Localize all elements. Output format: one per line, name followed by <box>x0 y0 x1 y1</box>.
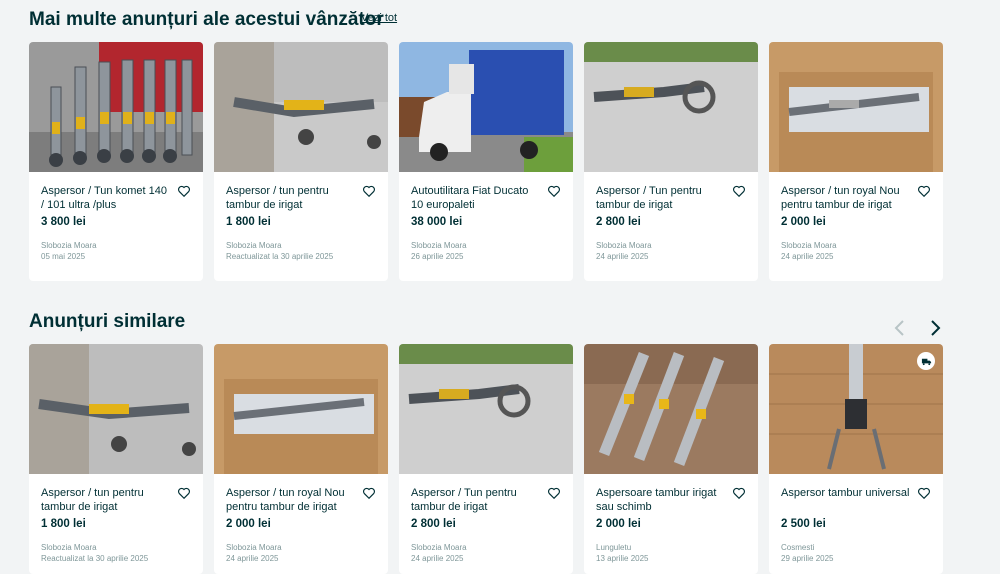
listing-location: Cosmesti <box>781 543 815 552</box>
listing-date: 24 aprilie 2025 <box>226 554 279 563</box>
listing-image-sprinkler-ground <box>399 344 573 474</box>
listing-card[interactable]: Aspersor / tun pentru tambur de irigat 1… <box>29 344 203 574</box>
listing-image-boxed-sprinkler <box>769 42 943 172</box>
listing-date: 13 aprilie 2025 <box>596 554 649 563</box>
listing-card[interactable]: Aspersoare tambur irigat sau schimb 2 00… <box>584 344 758 574</box>
listing-card[interactable]: Aspersor / Tun pentru tambur de irigat 2… <box>399 344 573 574</box>
listing-price: 3 800 lei <box>41 216 86 228</box>
listing-image-van <box>399 42 573 172</box>
listing-price: 38 000 lei <box>411 216 463 228</box>
similar-section-title: Anunțuri similare <box>29 311 186 332</box>
listing-price: 2 000 lei <box>781 216 826 228</box>
listing-date: 29 aprilie 2025 <box>781 554 834 563</box>
heart-icon[interactable] <box>917 184 931 198</box>
listing-image-sprinkler-pipes <box>584 344 758 474</box>
listing-price: 1 800 lei <box>226 216 271 228</box>
listing-price: 2 800 lei <box>411 518 456 530</box>
listing-image-sprinkler-wood-floor <box>769 344 943 474</box>
heart-icon[interactable] <box>732 184 746 198</box>
listing-title: Aspersor / tun pentru tambur de irigat <box>41 487 144 513</box>
listing-card[interactable]: Aspersor / Tun komet 140 / 101 ultra /pl… <box>29 42 203 281</box>
listing-location: Slobozia Moara <box>41 543 97 552</box>
listing-location: Slobozia Moara <box>781 241 837 250</box>
listing-title: Aspersoare tambur irigat sau schimb <box>596 487 717 513</box>
listing-image-sprinkler-gun <box>29 344 203 474</box>
listing-title: Aspersor / Tun pentru tambur de irigat <box>411 487 517 513</box>
listing-image-sprinklers <box>29 42 203 172</box>
listing-price: 1 800 lei <box>41 518 86 530</box>
heart-icon[interactable] <box>177 184 191 198</box>
listing-location: Lunguletu <box>596 543 632 552</box>
listing-location: Slobozia Moara <box>411 241 467 250</box>
listing-card[interactable]: Aspersor tambur universal 2 500 lei Cosm… <box>769 344 943 574</box>
listing-card[interactable]: Autoutilitara Fiat Ducato 10 europaleti … <box>399 42 573 281</box>
heart-icon[interactable] <box>362 184 376 198</box>
listing-date: 05 mai 2025 <box>41 252 86 261</box>
listing-title: Aspersor / tun pentru tambur de irigat <box>226 185 329 211</box>
listing-title: Aspersor / Tun pentru tambur de irigat <box>596 185 702 211</box>
listing-price: 2 000 lei <box>596 518 641 530</box>
listing-title: Aspersor / tun royal Nou pentru tambur d… <box>226 487 345 513</box>
listing-date: 24 aprilie 2025 <box>781 252 834 261</box>
heart-icon[interactable] <box>547 486 561 500</box>
listing-date: Reactualizat la 30 aprilie 2025 <box>226 252 334 261</box>
delivery-truck-icon <box>917 352 935 370</box>
seller-listings-row: Aspersor / Tun komet 140 / 101 ultra /pl… <box>29 42 943 281</box>
heart-icon[interactable] <box>177 486 191 500</box>
listing-card[interactable]: Aspersor / tun pentru tambur de irigat 1… <box>214 42 388 281</box>
chevron-left-icon[interactable] <box>890 318 910 338</box>
heart-icon[interactable] <box>362 486 376 500</box>
listing-image-sprinkler-ground <box>584 42 758 172</box>
heart-icon[interactable] <box>732 486 746 500</box>
listing-price: 2 500 lei <box>781 518 826 530</box>
listing-card[interactable]: Aspersor / tun royal Nou pentru tambur d… <box>214 344 388 574</box>
listing-location: Slobozia Moara <box>596 241 652 250</box>
heart-icon[interactable] <box>547 184 561 198</box>
listing-image-sprinkler-gun <box>214 42 388 172</box>
listing-image-boxed-sprinkler <box>214 344 388 474</box>
heart-icon[interactable] <box>917 486 931 500</box>
listing-date: 24 aprilie 2025 <box>411 554 464 563</box>
listing-title: Aspersor / Tun komet 140 / 101 ultra /pl… <box>41 185 167 211</box>
listing-location: Slobozia Moara <box>226 543 282 552</box>
listing-date: Reactualizat la 30 aprilie 2025 <box>41 554 149 563</box>
listing-card[interactable]: Aspersor / Tun pentru tambur de irigat 2… <box>584 42 758 281</box>
listing-date: 24 aprilie 2025 <box>596 252 649 261</box>
listing-date: 26 aprilie 2025 <box>411 252 464 261</box>
listing-card[interactable]: Aspersor / tun royal Nou pentru tambur d… <box>769 42 943 281</box>
chevron-right-icon[interactable] <box>925 318 945 338</box>
see-all-link[interactable]: Vezi tot <box>361 12 397 24</box>
listing-location: Slobozia Moara <box>411 543 467 552</box>
listing-title: Aspersor tambur universal <box>781 487 910 499</box>
seller-section-title: Mai multe anunțuri ale acestui vânzător <box>29 9 384 30</box>
listing-price: 2 000 lei <box>226 518 271 530</box>
listing-title: Autoutilitara Fiat Ducato 10 europaleti <box>411 185 529 211</box>
listing-title: Aspersor / tun royal Nou pentru tambur d… <box>781 185 900 211</box>
similar-listings-row: Aspersor / tun pentru tambur de irigat 1… <box>29 344 943 574</box>
listing-location: Slobozia Moara <box>226 241 282 250</box>
listing-location: Slobozia Moara <box>41 241 97 250</box>
listing-price: 2 800 lei <box>596 216 641 228</box>
